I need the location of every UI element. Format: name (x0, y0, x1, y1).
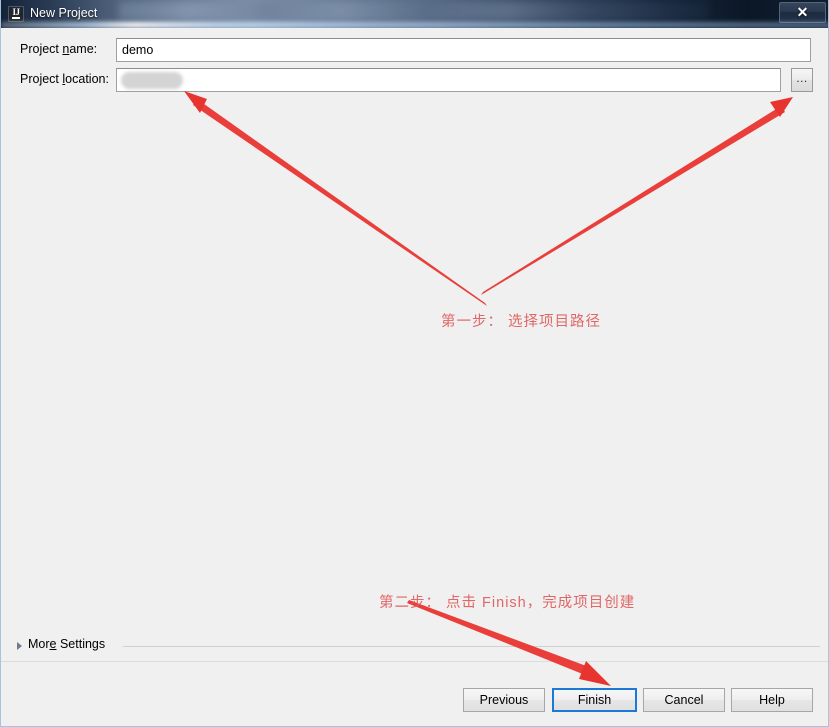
project-location-row: Project location: … (1, 68, 828, 94)
dialog-footer: Previous Finish Cancel Help (1, 661, 828, 725)
window-title: New Project (30, 6, 98, 20)
close-button[interactable]: ✕ (779, 2, 826, 23)
intellij-idea-icon: IJ (8, 6, 24, 22)
section-divider (123, 646, 820, 647)
more-settings-row: More Settings (1, 636, 828, 656)
new-project-dialog: IJ New Project ✕ Project name: demo Proj… (0, 0, 829, 727)
ellipsis-icon: … (795, 71, 809, 85)
chevron-right-icon[interactable] (17, 642, 22, 650)
project-name-label: Project name: (20, 42, 98, 56)
app-icon-letters: IJ (12, 7, 20, 17)
help-button[interactable]: Help (731, 688, 813, 712)
project-name-input[interactable]: demo (116, 38, 811, 62)
app-icon-bar (12, 17, 20, 19)
cancel-button[interactable]: Cancel (643, 688, 725, 712)
blurred-title-path (119, 2, 709, 20)
close-icon: ✕ (796, 4, 809, 20)
finish-button[interactable]: Finish (552, 688, 637, 712)
title-bar: IJ New Project ✕ (1, 0, 828, 28)
previous-button[interactable]: Previous (463, 688, 545, 712)
dialog-body: Project name: demo Project location: … M… (1, 28, 828, 725)
project-location-input[interactable] (116, 68, 781, 92)
annotation-step-1: 第一步： 选择项目路径 (441, 314, 602, 330)
project-location-label: Project location: (20, 72, 109, 86)
browse-folder-button[interactable]: … (791, 68, 813, 92)
more-settings-toggle[interactable]: More Settings (28, 637, 112, 651)
annotation-step-2: 第二步： 点击 Finish，完成项目创建 (379, 595, 636, 611)
redacted-path-value (121, 72, 183, 89)
project-name-row: Project name: demo (1, 38, 828, 64)
